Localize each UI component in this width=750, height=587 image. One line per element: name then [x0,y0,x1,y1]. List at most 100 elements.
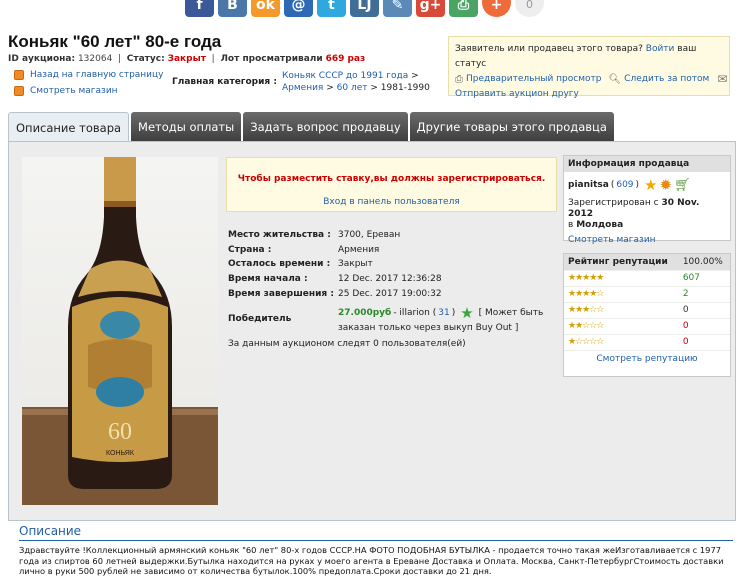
category-link-60[interactable]: 60 лет [337,83,368,93]
tab-bar: Описание товара Методы оплаты Задать воп… [8,112,614,142]
buyout-note-1: [ Может быть [478,308,544,318]
detail-row: Страна : Армения [228,243,442,258]
more-share-button[interactable]: + [482,0,511,17]
reputation-count: 0 [678,318,730,335]
seller-name[interactable]: pianitsa [568,180,609,190]
detail-label: Осталось времени : [228,259,331,270]
seller-info-box: Информация продавца pianitsa (609) ★ ✹ 🛒… [563,155,731,245]
category-link-ussr[interactable]: Коньяк СССР до 1991 года [282,71,408,81]
breadcrumb-separator: > [370,83,378,93]
green-star-icon: ★ [460,304,474,322]
item-photo[interactable]: 60 КОНЬЯК [22,157,218,505]
detail-value: Закрыт [338,259,373,270]
reputation-box: Рейтинг репутации 100.00% ★★★★★ 607 ★★★★☆ 2… [563,253,731,377]
envelope-icon[interactable]: ✉ [717,72,727,87]
reputation-row: ★★★★☆ 2 [564,286,730,303]
seller-info-heading: Информация продавца [564,156,730,172]
location-prefix: в [568,220,574,230]
auction-id-label: ID аукциона: [8,54,76,64]
googleplus-share-button[interactable]: g+ [416,0,445,17]
reputation-row: ★★★☆☆ 0 [564,302,730,319]
detail-label: Страна : [228,244,272,255]
back-home-link-text[interactable]: Назад на главную страницу [30,70,163,80]
tab-other-items[interactable]: Другие товары этого продавца [409,112,614,142]
reputation-count: 0 [678,302,730,319]
winner-user-prefix: - illarion ( [393,308,437,318]
description-heading: Описание [19,524,82,538]
winner-row: Победитель 27.000руб - illarion (31) ★ [… [228,306,543,336]
seller-actions-box: Заявитель или продавец этого товара? Вой… [448,36,730,99]
detail-label: Место жительства : [228,230,331,241]
star-rating-icon: ★★★☆☆ [564,302,679,319]
tab-payment-methods[interactable]: Методы оплаты [131,112,242,142]
tab-ask-seller[interactable]: Задать вопрос продавцу [243,112,408,142]
user-panel-login-link[interactable]: Вход в панель пользователя [323,197,460,207]
status-label: Статус: [126,54,165,64]
seller-location: Молдова [576,220,624,230]
auction-id: 132064 [77,54,113,64]
vkontakte-share-button[interactable]: B [218,0,247,17]
magnifier-icon: 🔍︎ [608,74,622,85]
share-count: 0 [515,0,544,17]
bottle-label-number: 60 [108,419,132,445]
preview-link[interactable]: Предварительный просмотр [466,72,601,87]
reputation-row: ★★☆☆☆ 0 [564,318,730,335]
buyout-note-2: заказан только через выкуп Buy Out ] [338,323,519,333]
detail-value: 3700, Ереван [338,230,401,241]
reputation-percent: 100.00% [678,254,730,271]
reputation-count: 607 [678,270,730,287]
print-share-button[interactable]: ⎙ [449,0,478,17]
detail-row: Время начала : 12 Dec. 2017 12:36:28 [228,272,442,287]
star-rating-icon: ★★☆☆☆ [564,318,679,335]
registration-notice: Чтобы разместить ставку,вы должны зареги… [226,157,557,212]
description-divider [19,540,733,541]
seller-shop-link[interactable]: Смотреть магазин [568,235,656,245]
seller-rating[interactable]: 609 [616,180,633,190]
odnoklassniki-share-button[interactable]: ok [251,0,280,17]
feather-share-button[interactable]: ✎ [383,0,412,17]
winning-price: 27.000руб [338,308,392,318]
star-rating-icon: ★★★★★ [564,270,679,287]
category-breadcrumb: Главная категория : Коньяк СССР до 1991 … [172,70,430,94]
watchers-count: За данным аукционом следят 0 пользовател… [228,339,466,349]
shop-icon [14,86,24,96]
view-shop-link-text[interactable]: Смотреть магазин [30,86,118,96]
reputation-count: 0 [678,334,730,351]
share-bar: f Bok @ t LJ ✎ g+ ⎙ +0 [185,0,544,17]
reputation-count: 2 [678,286,730,303]
badge-burst-icon: ✹ [659,176,673,194]
seller-rating-open: ( [610,180,615,190]
back-home-link[interactable]: Назад на главную страницу [14,70,163,80]
seller-rating-close: ) [635,180,640,190]
view-shop-link[interactable]: Смотреть магазин [14,86,118,96]
page-title: Коньяк "60 лет" 80-е года [8,32,222,51]
status-value: Закрыт [167,54,206,64]
tab-description[interactable]: Описание товара [8,112,130,142]
views-value: 669 раз [325,54,366,64]
detail-label: Время завершения : [228,288,334,299]
print-icon: ⎙ [455,74,463,85]
winner-user-rating[interactable]: 31 [438,306,449,321]
detail-row: Осталось времени : Закрыт [228,257,442,272]
category-link-armenia[interactable]: Армения [282,83,323,93]
view-reputation-link[interactable]: Смотреть репутацию [596,354,697,364]
reputation-row: ★★★★★ 607 [564,270,730,287]
watch-link[interactable]: Следить за потом [624,72,709,87]
detail-value: Армения [338,244,380,255]
twitter-share-button[interactable]: t [317,0,346,17]
breadcrumb-separator: > [411,71,419,81]
auction-meta: ID аукциона: 132064 | Статус: Закрыт | Л… [8,54,366,64]
breadcrumb-separator: > [326,83,334,93]
registration-message: Чтобы разместить ставку,вы должны зареги… [237,174,546,184]
reputation-row: ★☆☆☆☆ 0 [564,334,730,351]
send-to-friend-link[interactable]: Отправить аукцион другу [455,89,579,99]
facebook-share-button[interactable]: f [185,0,214,17]
mailru-share-button[interactable]: @ [284,0,313,17]
category-label: Главная категория : [172,77,277,87]
detail-row: Место жительства : 3700, Ереван [228,228,442,243]
livejournal-share-button[interactable]: LJ [350,0,379,17]
registered-prefix: Зарегистрирован с [568,198,659,208]
cognac-bottle-image: 60 КОНЬЯК [22,157,218,505]
auction-details: Место жительства : 3700, Ереван Страна : Ар… [228,228,442,301]
login-link[interactable]: Войти [646,44,675,54]
